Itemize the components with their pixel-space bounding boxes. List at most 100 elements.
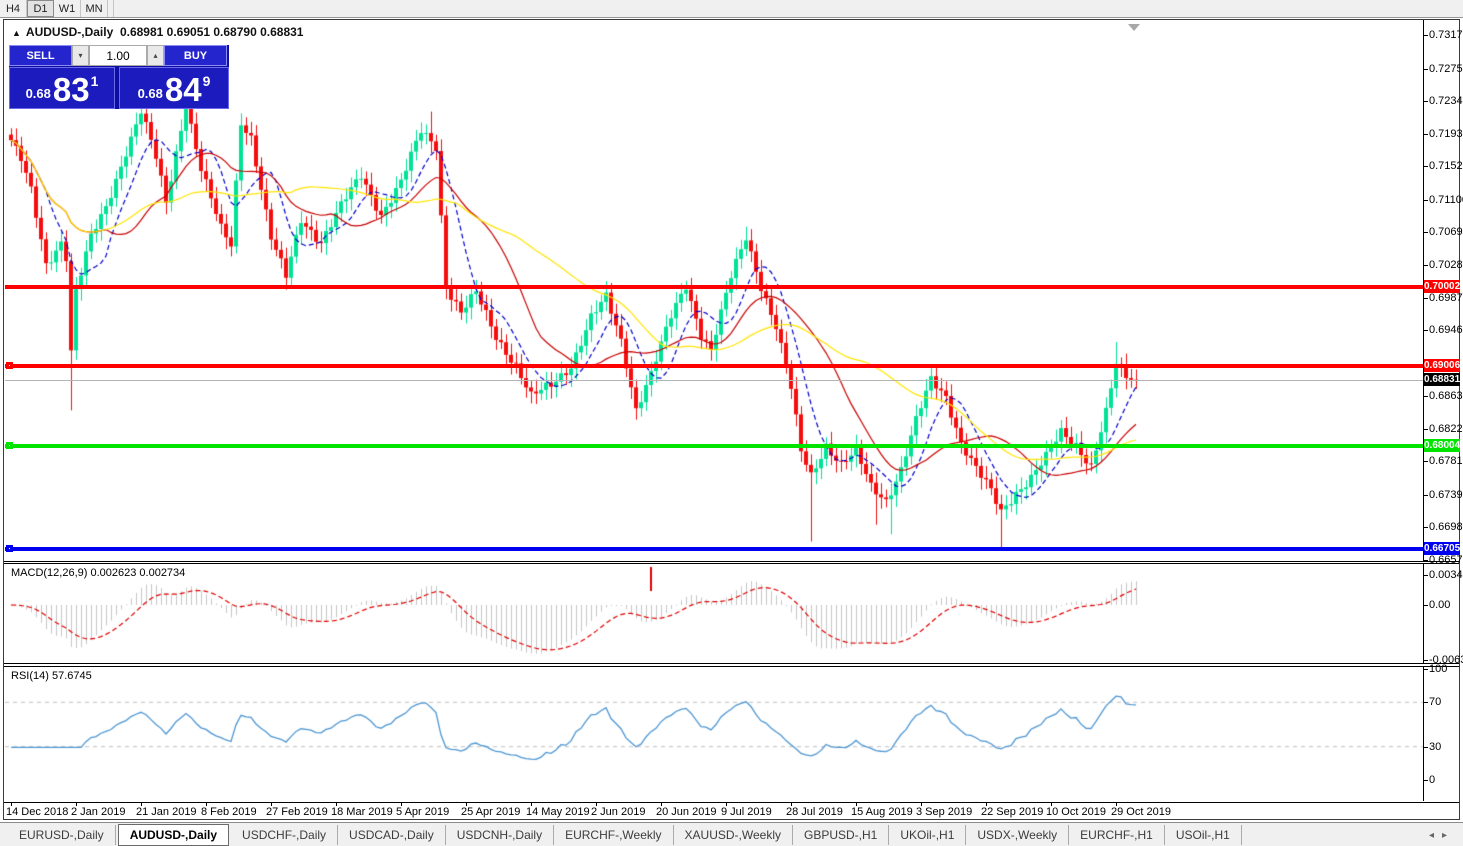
- tab-eurchf-h1[interactable]: EURCHF-,H1: [1069, 825, 1165, 845]
- rsi-axis-tick: [1423, 747, 1428, 748]
- price-axis-tick: [1423, 166, 1428, 167]
- price-axis-tick: [1423, 396, 1428, 397]
- chart-ohlc-values: 0.68981 0.69051 0.68790 0.68831: [120, 25, 304, 39]
- rsi-canvas[interactable]: [5, 668, 1423, 801]
- date-axis-label: 21 Jan 2019: [136, 806, 197, 818]
- tab-usdchf-daily[interactable]: USDCHF-,Daily: [231, 825, 338, 845]
- rsi-axis-label: 70: [1429, 696, 1441, 708]
- timeframe-button-w1[interactable]: W1: [54, 0, 81, 17]
- tab-usdx-weekly[interactable]: USDX-,Weekly: [966, 825, 1069, 845]
- timeframe-button-h4[interactable]: H4: [0, 0, 27, 17]
- date-axis-label: 2 Jun 2019: [591, 806, 645, 818]
- macd-indicator-pane: MACD(12,26,9) 0.002623 0.002734 0.003490…: [4, 563, 1459, 664]
- price-axis-tick: [1423, 265, 1428, 266]
- tab-audusd-daily[interactable]: AUDUSD-,Daily: [118, 824, 229, 846]
- price-axis-label: 0.68220: [1429, 423, 1463, 435]
- tab-usdcnh-daily[interactable]: USDCNH-,Daily: [446, 825, 554, 845]
- buy-price-display[interactable]: 0.68 84 9: [119, 67, 229, 109]
- rsi-label: RSI(14) 57.6745: [11, 670, 92, 682]
- rsi-axis-tick: [1423, 669, 1428, 670]
- date-axis-label: 29 Oct 2019: [1111, 806, 1171, 818]
- macd-axis-tick: [1423, 660, 1428, 661]
- date-axis-label: 18 Mar 2019: [331, 806, 393, 818]
- tab-scroll-left-button[interactable]: ◂: [1429, 830, 1442, 841]
- price-axis-label: 0.72750: [1429, 63, 1463, 75]
- chart-window: ▲AUDUSD-,Daily 0.68981 0.69051 0.68790 0…: [3, 19, 1460, 820]
- date-axis-label: 2 Jan 2019: [71, 806, 125, 818]
- macd-canvas[interactable]: [5, 565, 1423, 664]
- date-axis-label: 10 Oct 2019: [1046, 806, 1106, 818]
- volume-increase-button[interactable]: ▴: [147, 45, 164, 66]
- date-axis-label: 14 May 2019: [526, 806, 590, 818]
- macd-axis-separator: [1423, 564, 1424, 663]
- date-axis-label: 28 Jul 2019: [786, 806, 843, 818]
- date-axis-label: 25 Apr 2019: [461, 806, 520, 818]
- tab-ukoil-h1[interactable]: UKOil-,H1: [889, 825, 966, 845]
- price-axis-tick: [1423, 461, 1428, 462]
- price-axis-tick: [1423, 134, 1428, 135]
- sell-price-display[interactable]: 0.68 83 1: [9, 67, 115, 109]
- macd-label: MACD(12,26,9) 0.002623 0.002734: [11, 567, 185, 579]
- price-level-label: 0.68004: [1424, 439, 1460, 452]
- rsi-axis-label: 0: [1429, 774, 1435, 786]
- price-level-line[interactable]: [5, 444, 1423, 448]
- price-axis-tick: [1423, 429, 1428, 430]
- tab-gbpusd-h1[interactable]: GBPUSD-,H1: [793, 825, 889, 845]
- price-axis-tick: [1423, 495, 1428, 496]
- tab-xauusd-weekly[interactable]: XAUUSD-,Weekly: [674, 825, 793, 845]
- macd-axis-tick: [1423, 605, 1428, 606]
- date-axis-label: 3 Sep 2019: [916, 806, 972, 818]
- timeframe-button-d1[interactable]: D1: [27, 0, 54, 17]
- tab-scroll-right-button[interactable]: ▸: [1442, 830, 1455, 841]
- sell-price-prefix: 0.68: [26, 86, 51, 101]
- buy-button[interactable]: BUY: [164, 45, 227, 66]
- volume-input[interactable]: [89, 45, 147, 66]
- rsi-axis-tick: [1423, 780, 1428, 781]
- collapse-panel-icon[interactable]: ▲: [12, 28, 21, 38]
- date-axis-label: 27 Feb 2019: [266, 806, 328, 818]
- price-axis-tick: [1423, 560, 1428, 561]
- price-level-line[interactable]: [5, 285, 1423, 289]
- price-axis-label: 0.71520: [1429, 160, 1463, 172]
- price-axis-label: 0.67390: [1429, 489, 1463, 501]
- price-axis-label: 0.67810: [1429, 455, 1463, 467]
- price-axis-tick: [1423, 35, 1428, 36]
- date-axis-label: 9 Jul 2019: [721, 806, 772, 818]
- price-axis-label: 0.70690: [1429, 226, 1463, 238]
- chart-shift-marker-icon[interactable]: [1128, 24, 1140, 31]
- date-axis: 14 Dec 20182 Jan 2019 21 Jan 2019 8 Feb 20…: [4, 802, 1459, 819]
- rsi-axis-label: 100: [1429, 663, 1447, 675]
- price-axis-label: 0.71930: [1429, 128, 1463, 140]
- price-level-line[interactable]: [5, 547, 1423, 551]
- level-anchor-handle[interactable]: [6, 362, 13, 369]
- price-axis-label: 0.69870: [1429, 292, 1463, 304]
- tab-scroll-arrows: ◂▸: [1429, 830, 1455, 841]
- volume-decrease-button[interactable]: ▾: [72, 45, 89, 66]
- date-axis-label: 14 Dec 2018: [6, 806, 68, 818]
- macd-axis-label: 0.00349: [1429, 569, 1463, 581]
- rsi-axis-label: 30: [1429, 741, 1441, 753]
- price-axis-label: 0.71100: [1429, 194, 1463, 206]
- price-level-label: 0.69006: [1424, 359, 1460, 372]
- tab-eurchf-weekly[interactable]: EURCHF-,Weekly: [554, 825, 673, 845]
- price-axis-tick: [1423, 200, 1428, 201]
- price-level-line[interactable]: [5, 364, 1423, 368]
- sell-price-main: 83: [53, 75, 90, 105]
- tab-eurusd-daily[interactable]: EURUSD-,Daily: [8, 825, 116, 845]
- timeframe-button-mn[interactable]: MN: [81, 0, 108, 17]
- level-anchor-handle[interactable]: [6, 442, 13, 449]
- date-axis-label: 5 Apr 2019: [396, 806, 449, 818]
- price-level-label: 0.70002: [1424, 280, 1460, 293]
- level-anchor-handle[interactable]: [6, 545, 13, 552]
- sell-button[interactable]: SELL: [9, 45, 72, 66]
- date-axis-label: 15 Aug 2019: [851, 806, 913, 818]
- price-axis-tick: [1423, 527, 1428, 528]
- tab-usdcad-daily[interactable]: USDCAD-,Daily: [338, 825, 446, 845]
- tab-usoil-h1[interactable]: USOil-,H1: [1165, 825, 1242, 845]
- current-price-label: 0.68831: [1424, 373, 1460, 386]
- date-axis-label: 8 Feb 2019: [201, 806, 257, 818]
- price-axis-label: 0.69460: [1429, 324, 1463, 336]
- price-axis-label: 0.66570: [1429, 554, 1463, 566]
- macd-axis-tick: [1423, 575, 1428, 576]
- buy-price-prefix: 0.68: [138, 86, 163, 101]
